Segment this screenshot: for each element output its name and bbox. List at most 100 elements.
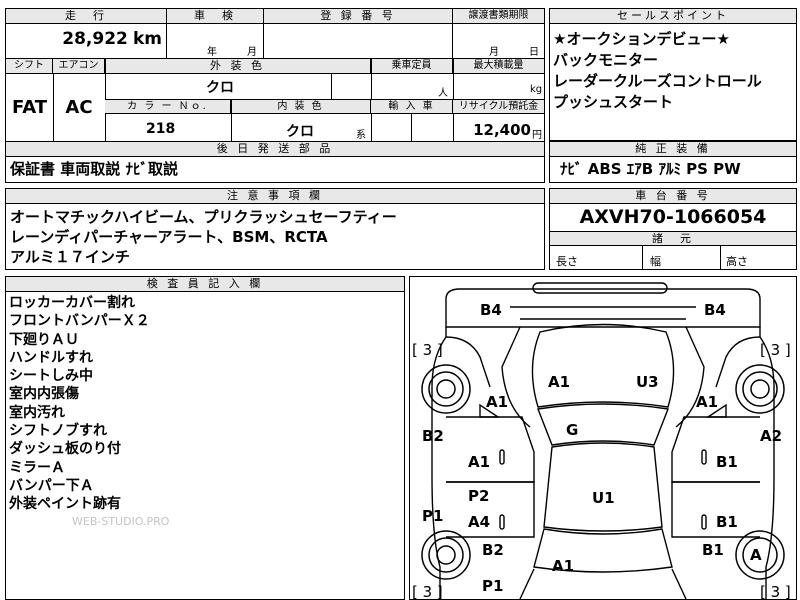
mileage-unit: km	[132, 29, 162, 49]
registration-box: 登 録 番 号	[263, 8, 453, 59]
code-p2-left: P2	[468, 487, 489, 505]
interior-color-suffix: 系	[356, 130, 366, 141]
shift-value: FAT	[11, 97, 48, 118]
notes-box: 注 意 事 項 欄 オートマチックハイビーム、プリクラッシュセーフティー レーン…	[5, 188, 545, 270]
chassis-box: 車 台 番 号 AXVH70-1066054 諸 元 長さ 幅 高さ	[549, 188, 797, 270]
inspector-line: バンパー下Ａ	[9, 477, 94, 494]
code-a-right-rear-wheel: A	[750, 546, 762, 564]
inspector-line: 下廻りＡＵ	[9, 331, 79, 348]
mileage-number: 28,922	[62, 29, 128, 49]
code-a1-hood: A1	[548, 373, 570, 391]
code-b1-right-front-door: B1	[716, 453, 738, 471]
inspector-line: ミラーＡ	[9, 459, 65, 476]
car-diagram: [ 3 ] [ 3 ] [ 3 ] [ 3 ] B4 B4 A1 U3 A1 A…	[412, 282, 791, 599]
code-a4-left-rear-door: A4	[468, 513, 490, 531]
inspector-line: ロッカーカバー割れ	[9, 295, 135, 311]
dims-header: 諸 元	[550, 231, 796, 246]
code-b1-right-rear: B1	[702, 541, 724, 559]
inspector-line: ハンドルすれ	[9, 349, 93, 366]
recycle-value: 12,400	[473, 121, 531, 139]
exterior-color-value: クロ	[206, 80, 234, 96]
chassis-header: 車 台 番 号	[550, 189, 796, 204]
tire-mark-front-right: [ 3 ]	[760, 341, 791, 359]
inspection-header: 車 検	[167, 9, 263, 24]
length-label: 長さ	[556, 255, 578, 268]
color-no-value: 218	[146, 121, 176, 137]
load-unit: kg	[530, 84, 543, 95]
watermark: WEB-STUDIO.PRO	[72, 515, 170, 528]
code-p1-left-rear: P1	[482, 577, 503, 595]
code-a1-front-left-fender: A1	[486, 393, 508, 411]
inspection-month-label: 月	[247, 47, 257, 58]
shift-header: シフト	[6, 59, 53, 74]
code-a1-rear: A1	[552, 557, 574, 575]
code-a2-right: A2	[760, 427, 782, 445]
code-b4-left: B4	[480, 301, 502, 319]
sales-point-line: ★オークションデビュー★	[553, 30, 730, 48]
code-b2-left: B2	[422, 427, 444, 445]
sales-points-box: セールスポイント ★オークションデビュー★ バックモニター レーダークルーズコン…	[549, 8, 797, 141]
note-line: アルミ１７インチ	[10, 248, 130, 266]
code-a1-front-right-fender: A1	[696, 393, 718, 411]
code-b4-right: B4	[704, 301, 726, 319]
height-label: 高さ	[726, 255, 748, 268]
accessories-header: 後 日 発 送 部 品	[6, 142, 544, 157]
code-u3-hood: U3	[636, 373, 659, 391]
code-b2-left-rear: B2	[482, 541, 504, 559]
registration-header: 登 録 番 号	[264, 9, 452, 24]
exterior-color-header: 外 装 色	[105, 59, 371, 74]
code-p1-left-side: P1	[422, 507, 443, 525]
accessories-text: 保証書 車両取説 ﾅﾋﾞ取説	[10, 160, 178, 178]
equipment-box: 純 正 装 備 ﾅﾋﾞ ABS ｴｱB ｱﾙﾐ PS PW	[549, 141, 797, 183]
inspector-list: ロッカーカバー割れ フロントバンパーＸ２ 下廻りＡＵ ハンドルすれ シートしみ中…	[9, 294, 150, 514]
mileage-box: 走 行 28,922 km	[5, 8, 167, 59]
color-no-header: カ ラ ー Ｎｏ.	[105, 100, 231, 114]
tire-mark-rear-left: [ 3 ]	[412, 583, 443, 599]
inspector-line: ダッシュ板のり付	[9, 441, 121, 458]
tire-mark-front-left: [ 3 ]	[412, 341, 443, 359]
equipment-text: ﾅﾋﾞ ABS ｴｱB ｱﾙﾐ PS PW	[560, 160, 741, 178]
sales-points-list: ★オークションデビュー★ バックモニター レーダークルーズコントロール プッシュ…	[553, 29, 762, 113]
sales-points-header: セールスポイント	[550, 9, 796, 24]
inspector-line: 外装ペイント跡有	[9, 496, 121, 513]
width-label: 幅	[650, 255, 661, 268]
transfer-day-label: 日	[529, 47, 539, 58]
interior-color-header: 内 装 色	[231, 100, 371, 114]
recycle-header: リサイクル預託金	[453, 100, 544, 114]
inspector-box: 検 査 員 記 入 欄 ロッカーカバー割れ フロントバンパーＸ２ 下廻りＡＵ ハ…	[5, 276, 405, 600]
transfer-header: 譲渡書類期限	[453, 9, 544, 24]
sales-point-line: レーダークルーズコントロール	[553, 72, 762, 90]
inspector-line: フロントバンパーＸ２	[9, 313, 150, 330]
tire-mark-rear-right: [ 3 ]	[760, 583, 791, 599]
car-diagram-box: [ 3 ] [ 3 ] [ 3 ] [ 3 ] B4 B4 A1 U3 A1 A…	[409, 276, 797, 600]
load-header: 最大積載量	[453, 59, 544, 74]
inspector-line: 室内汚れ	[9, 404, 65, 421]
mileage-value: 28,922 km	[6, 29, 166, 49]
import-header: 輸 入 車	[371, 100, 453, 114]
capacity-unit: 人	[438, 88, 448, 99]
transfer-box: 譲渡書類期限 月 日	[452, 8, 545, 59]
accessories-box: 後 日 発 送 部 品 保証書 車両取説 ﾅﾋﾞ取説	[5, 141, 545, 183]
ac-value: AC	[65, 97, 93, 118]
inspector-line: シフトノブすれ	[9, 423, 107, 440]
inspection-box: 車 検 年 月	[166, 8, 264, 59]
code-u1-roof: U1	[592, 489, 615, 507]
inspection-year-label: 年	[207, 47, 217, 58]
equipment-header: 純 正 装 備	[550, 142, 796, 157]
mileage-header: 走 行	[6, 9, 166, 24]
code-a1-left-front-door: A1	[468, 453, 490, 471]
sales-point-line: バックモニター	[553, 51, 659, 69]
ac-header: エアコン	[53, 59, 105, 74]
notes-list: オートマチックハイビーム、プリクラッシュセーフティー レーンディパーチャーアラー…	[10, 207, 397, 267]
inspector-line: 室内内張傷	[9, 386, 79, 403]
code-b1-right-rear-door: B1	[716, 513, 738, 531]
chassis-number: AXVH70-1066054	[579, 206, 767, 228]
notes-header: 注 意 事 項 欄	[6, 189, 544, 204]
spec-grid: シフト エアコン 外 装 色 乗車定員 最大積載量 FAT AC クロ 人 kg…	[5, 58, 545, 142]
sales-point-line: プッシュスタート	[553, 93, 674, 111]
capacity-header: 乗車定員	[371, 59, 453, 74]
code-g-windshield: G	[566, 421, 578, 439]
inspector-header: 検 査 員 記 入 欄	[6, 277, 404, 292]
transfer-month-label: 月	[489, 47, 499, 58]
inspector-line: シートしみ中	[9, 368, 93, 385]
